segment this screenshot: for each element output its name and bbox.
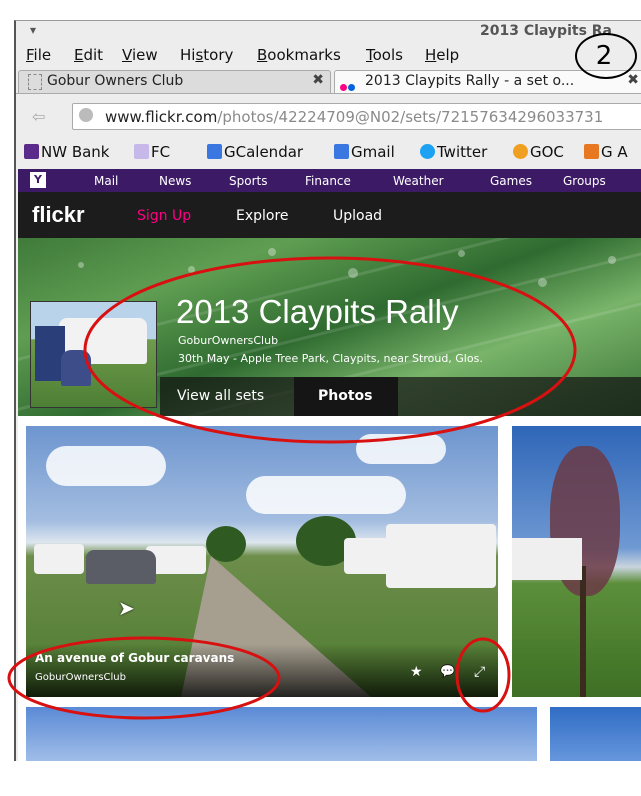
set-description: 30th May - Apple Tree Park, Claypits, ne… xyxy=(178,352,483,365)
flickr-favicon-icon xyxy=(340,79,356,93)
menu-bookmarks-mnemonic: B xyxy=(257,46,268,64)
set-owner[interactable]: GoburOwnersClub xyxy=(178,334,278,347)
yahoo-nav-mail[interactable]: Mail xyxy=(94,174,118,188)
tab-gobur-owners-club[interactable]: Gobur Owners Club ✖ xyxy=(18,70,331,93)
yahoo-nav-sports[interactable]: Sports xyxy=(229,174,267,188)
bookmark-nw-bank[interactable]: NW Bank xyxy=(24,143,110,161)
url-domain: www.flickr.com xyxy=(105,108,218,126)
set-title: 2013 Claypits Rally xyxy=(176,293,459,330)
blank-page-icon xyxy=(28,74,42,90)
bookmark-gcalendar[interactable]: GCalendar xyxy=(207,143,303,161)
tab-label: 2013 Claypits Rally - a set o... xyxy=(365,73,575,89)
menu-file[interactable]: File xyxy=(26,46,51,64)
url-text[interactable]: www.flickr.com/photos/42224709@N02/sets/… xyxy=(105,108,603,126)
menu-view[interactable]: View xyxy=(122,46,158,64)
window-menu-icon[interactable]: ▾ xyxy=(30,23,36,37)
flickr-logo[interactable]: flickr xyxy=(32,202,85,228)
google-icon xyxy=(207,144,222,159)
bookmark-label: FC xyxy=(151,143,171,161)
yahoo-nav-finance[interactable]: Finance xyxy=(305,174,351,188)
tab-bar: Gobur Owners Club ✖ 2013 Claypits Rally … xyxy=(16,68,641,94)
tab-photos[interactable]: Photos xyxy=(318,388,373,404)
set-header-banner: 2013 Claypits Rally GoburOwnersClub 30th… xyxy=(18,238,641,416)
twitter-icon xyxy=(420,144,435,159)
globe-icon xyxy=(79,108,93,122)
set-cover-thumbnail[interactable] xyxy=(30,301,157,408)
star-icon[interactable]: ★ xyxy=(410,664,423,680)
photo-tile-bottom-right[interactable] xyxy=(550,707,641,761)
photo-tile-bottom-left[interactable] xyxy=(26,707,537,761)
flickr-header: flickr Sign Up Explore Upload xyxy=(18,192,641,238)
menu-tools-mnemonic: T xyxy=(366,46,373,64)
bookmark-label: GOC xyxy=(530,143,564,161)
yahoo-nav-groups[interactable]: Groups xyxy=(563,174,606,188)
bookmark-label: Gmail xyxy=(351,143,395,161)
menu-file-mnemonic: F xyxy=(26,46,34,64)
yahoo-bar: Y Mail News Sports Finance Weather Games… xyxy=(18,169,641,192)
url-bar[interactable]: www.flickr.com/photos/42224709@N02/sets/… xyxy=(72,103,641,130)
menu-tools[interactable]: Tools xyxy=(366,46,403,64)
goc-icon xyxy=(513,144,528,159)
set-tabs: View all sets Photos xyxy=(160,377,641,416)
menu-help[interactable]: Help xyxy=(425,46,459,64)
expand-icon[interactable]: ⤢ xyxy=(474,664,485,680)
bookmarks-bar: NW Bank FC GCalendar Gmail Twitter GOC G… xyxy=(16,139,641,167)
bookmark-gmail[interactable]: Gmail xyxy=(334,143,395,161)
mouse-cursor-icon: ➤ xyxy=(118,596,135,620)
menu-bar: File Edit View History Bookmarks Tools H… xyxy=(16,43,641,65)
bookmark-twitter[interactable]: Twitter xyxy=(420,143,487,161)
url-path: /photos/42224709@N02/sets/72157634296033… xyxy=(217,108,604,126)
yahoo-nav-games[interactable]: Games xyxy=(490,174,532,188)
tab-label: Gobur Owners Club xyxy=(47,73,184,89)
yahoo-nav-news[interactable]: News xyxy=(159,174,191,188)
menu-bookmarks[interactable]: Bookmarks xyxy=(257,46,341,64)
photo-title[interactable]: An avenue of Gobur caravans xyxy=(35,651,234,665)
menu-history[interactable]: History xyxy=(180,46,233,64)
bookmark-label: Twitter xyxy=(437,143,488,161)
fc-icon xyxy=(134,144,149,159)
bookmark-fc[interactable]: FC xyxy=(134,143,170,161)
explore-link[interactable]: Explore xyxy=(236,208,289,224)
natwest-icon xyxy=(24,144,39,159)
title-bar: ▾ 2013 Claypits Ra xyxy=(16,21,641,43)
photo-owner[interactable]: GoburOwnersClub xyxy=(35,672,126,683)
photo-tile-main[interactable]: ➤ An avenue of Gobur caravans GoburOwner… xyxy=(26,426,498,697)
sign-up-link[interactable]: Sign Up xyxy=(137,208,191,224)
annotation-step-number: 2 xyxy=(595,41,613,71)
yahoo-nav-weather[interactable]: Weather xyxy=(393,174,444,188)
bookmark-ga[interactable]: G A xyxy=(584,143,628,161)
photo-tile-right[interactable] xyxy=(512,426,641,697)
menu-view-mnemonic: V xyxy=(122,46,132,64)
bookmark-label: GCalendar xyxy=(224,143,304,161)
browser-window: ▾ 2013 Claypits Ra File Edit View Histor… xyxy=(14,20,641,761)
close-icon[interactable]: ✖ xyxy=(627,72,639,88)
close-icon[interactable]: ✖ xyxy=(312,72,324,88)
comment-icon[interactable]: 💬 xyxy=(440,664,455,678)
upload-link[interactable]: Upload xyxy=(333,208,382,224)
bookmark-label: NW Bank xyxy=(41,143,110,161)
back-arrow-icon[interactable]: ⇦ xyxy=(32,107,45,126)
ga-icon xyxy=(584,144,599,159)
web-page: Y Mail News Sports Finance Weather Games… xyxy=(18,169,641,761)
menu-help-mnemonic: H xyxy=(425,46,437,64)
navigation-bar: ⇦ www.flickr.com/photos/42224709@N02/set… xyxy=(16,97,641,137)
bookmark-goc[interactable]: GOC xyxy=(513,143,564,161)
google-icon xyxy=(334,144,349,159)
bookmark-label: G A xyxy=(601,143,628,161)
tab-view-all-sets[interactable]: View all sets xyxy=(177,388,264,404)
yahoo-logo-icon[interactable]: Y xyxy=(30,172,46,188)
menu-edit[interactable]: Edit xyxy=(74,46,103,64)
